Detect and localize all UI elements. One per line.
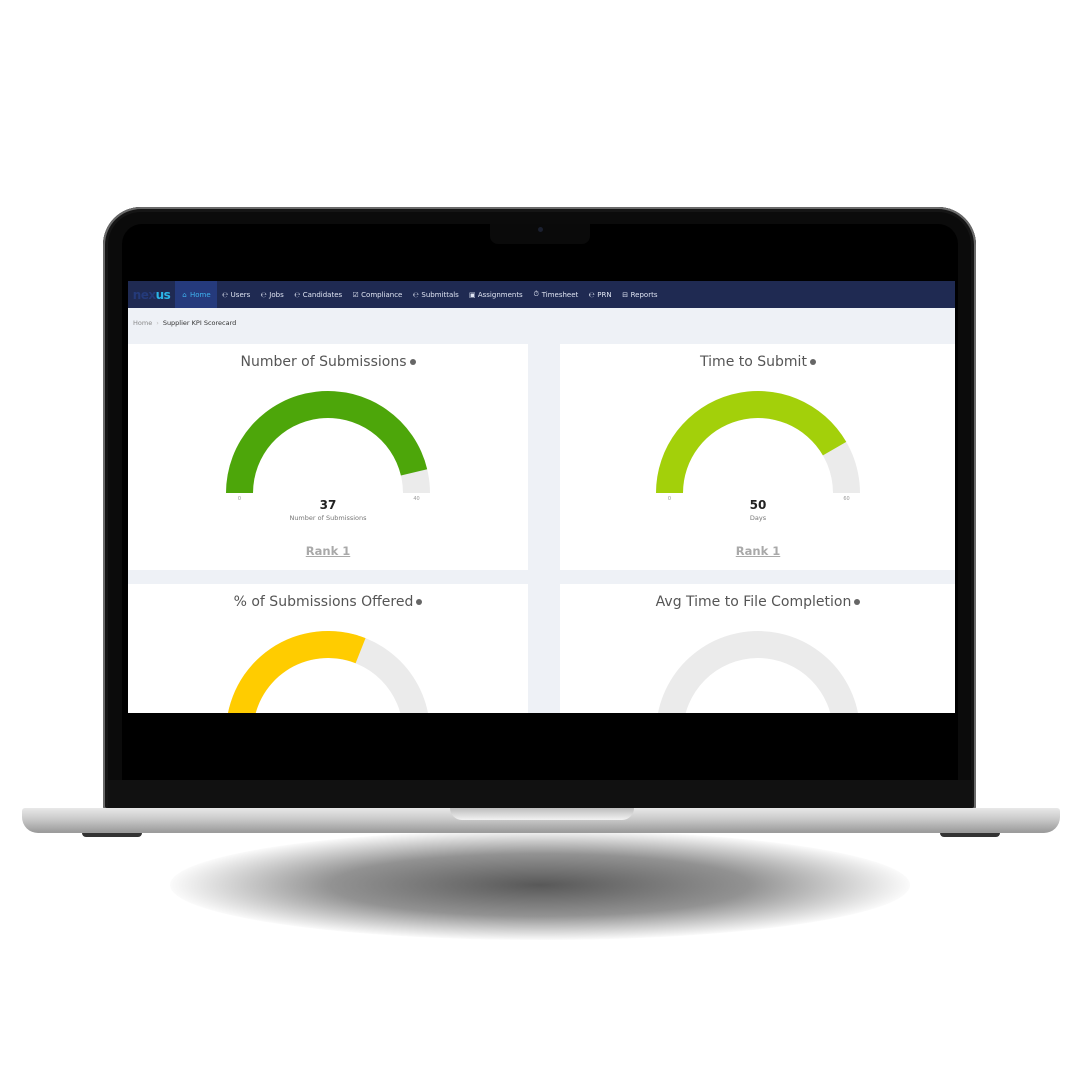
nav-item-label: Jobs <box>269 290 284 299</box>
gauge-chart: 0 60 <box>656 391 860 502</box>
app-screen: nex us ⌂ Home ℮ Users ℮ Jobs ℮ Candidates ☑ Compli… <box>128 281 955 713</box>
nav-item-submittals[interactable]: ℮ Submittals <box>407 281 463 308</box>
stopwatch-icon: ⏱ <box>533 290 539 298</box>
clipboard-icon: ▣ <box>469 290 476 299</box>
gauge-unit: Number of Submissions <box>289 514 367 522</box>
breadcrumb-home[interactable]: Home <box>133 319 152 327</box>
nav-item-label: Submittals <box>421 290 459 299</box>
nav-item-label: PRN <box>597 290 612 299</box>
gauge-unit: Days <box>749 514 767 522</box>
logo[interactable]: nex us <box>128 281 175 308</box>
gauge-fill <box>226 390 428 493</box>
top-nav: nex us ⌂ Home ℮ Users ℮ Jobs ℮ Candidates ☑ Compli… <box>128 281 955 308</box>
nav-item-users[interactable]: ℮ Users <box>217 281 256 308</box>
kpi-card-percent-submissions-offered: % of Submissions Offered <box>128 584 528 713</box>
laptop-shadow <box>170 830 910 940</box>
prn-icon: ℮ <box>588 290 595 299</box>
gauge-chart <box>228 631 428 713</box>
laptop-thumb-notch <box>450 808 634 820</box>
nav-item-label: Timesheet <box>541 290 579 299</box>
gauge-chart <box>658 631 858 713</box>
nav-item-prn[interactable]: ℮ PRN <box>583 281 616 308</box>
jobs-icon: ℮ <box>260 290 267 299</box>
gauge-fill <box>228 631 366 713</box>
nav-item-label: Compliance <box>361 290 403 299</box>
nav-item-label: Users <box>230 290 251 299</box>
nav-item-label: Candidates <box>302 290 343 299</box>
nav-item-reports[interactable]: ⊟ Reports <box>617 281 663 308</box>
laptop-chin <box>108 780 972 808</box>
nav-item-label: Assignments <box>477 290 523 299</box>
breadcrumb: Home › Supplier KPI Scorecard <box>133 319 236 327</box>
gauge-track <box>658 631 858 713</box>
submittals-icon: ℮ <box>412 290 419 299</box>
camera-icon <box>538 227 543 232</box>
laptop-foot <box>940 833 1000 837</box>
kpi-card-avg-time-to-file-completion: Avg Time to File Completion <box>560 584 955 713</box>
home-icon: ⌂ <box>182 290 187 299</box>
nav-item-compliance[interactable]: ☑ Compliance <box>347 281 407 308</box>
laptop-foot <box>82 833 142 837</box>
kpi-card-number-of-submissions: Number of Submissions 0 40 37 Number of … <box>128 344 528 570</box>
nav-item-jobs[interactable]: ℮ Jobs <box>255 281 288 308</box>
nav-item-label: Home <box>190 290 211 299</box>
gauge-value: 37 <box>319 498 337 512</box>
nav-item-home[interactable]: ⌂ Home <box>175 281 217 308</box>
reports-icon: ⊟ <box>622 290 629 299</box>
kpi-card-time-to-submit: Time to Submit 0 60 50 Days Rank 1 <box>560 344 955 570</box>
gauge-chart: 0 40 <box>226 390 430 502</box>
rank-link[interactable]: Rank 1 <box>560 544 955 558</box>
gauge-fill <box>656 391 847 493</box>
users-icon: ℮ <box>222 290 229 299</box>
checkbox-icon: ☑ <box>352 290 359 299</box>
nav-item-label: Reports <box>630 290 658 299</box>
nav-item-candidates[interactable]: ℮ Candidates <box>289 281 347 308</box>
breadcrumb-separator: › <box>156 319 159 327</box>
rank-link[interactable]: Rank 1 <box>128 544 528 558</box>
breadcrumb-current: Supplier KPI Scorecard <box>162 319 237 327</box>
gauge-value: 50 <box>749 498 767 512</box>
candidates-icon: ℮ <box>294 290 301 299</box>
nav-menu: ⌂ Home ℮ Users ℮ Jobs ℮ Candidates ☑ Compliance ℮ S… <box>175 281 662 308</box>
nav-item-timesheet[interactable]: ⏱ Timesheet <box>528 281 584 308</box>
nav-item-assignments[interactable]: ▣ Assignments <box>464 281 528 308</box>
